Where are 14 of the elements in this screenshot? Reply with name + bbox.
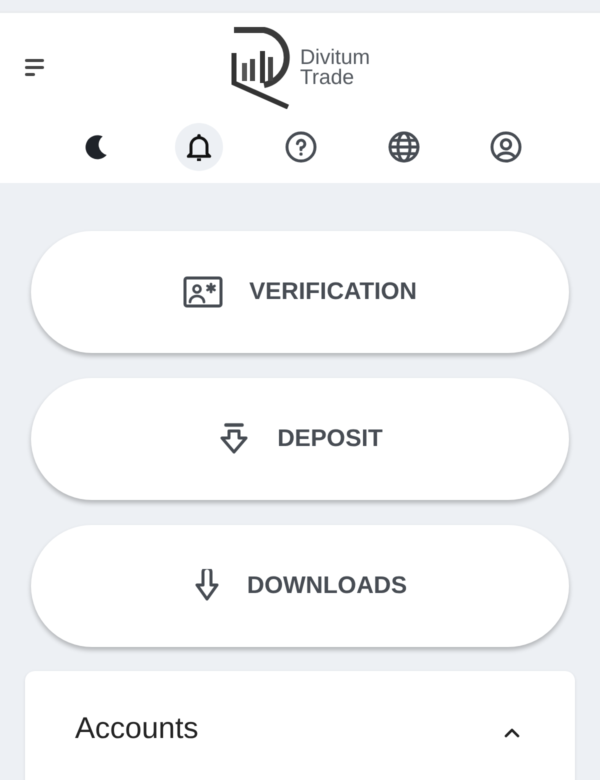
brand-name: Trade xyxy=(300,68,356,88)
arrow-down-icon xyxy=(193,569,221,603)
user-icon xyxy=(490,131,522,163)
id-card-icon xyxy=(183,276,224,308)
chevron-icon xyxy=(503,726,521,739)
action-button[interactable]: VERIFICATION xyxy=(31,231,569,353)
action-button[interactable]: DEPOSIT xyxy=(31,378,569,500)
help-icon xyxy=(285,131,317,163)
toolbar-button[interactable] xyxy=(174,123,222,171)
section-title: Accounts xyxy=(75,711,198,747)
brand-name: Divitum xyxy=(300,48,370,68)
menu-icon xyxy=(24,58,46,76)
globe-icon xyxy=(388,131,420,163)
action-button[interactable]: DOWNLOADS xyxy=(31,525,569,647)
